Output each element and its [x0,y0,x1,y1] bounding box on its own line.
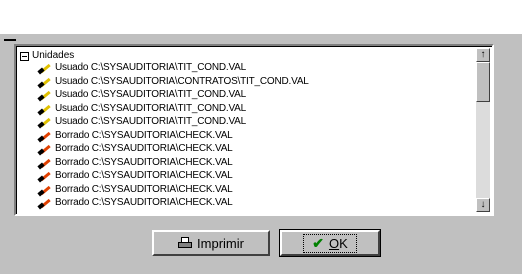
print-button-label: Imprimir [197,235,244,251]
tree-item[interactable]: Usuado C:\SYSAUDITORIA\CONTRATOS\TIT_CON… [37,75,309,88]
pencil-icon [37,103,52,115]
tree-item-label: Borrado C:\SYSAUDITORIA\CHECK.VAL [55,170,233,181]
scroll-up-button[interactable]: ↑ [476,48,490,62]
tree-item-label: Borrado C:\SYSAUDITORIA\CHECK.VAL [55,197,233,208]
tree-item-label: Usuado C:\SYSAUDITORIA\TIT_COND.VAL [55,102,247,114]
arrow-up-icon: ↑ [480,49,486,60]
tree-item[interactable]: Usuado C:\SYSAUDITORIA\TIT_COND.VAL [37,62,247,75]
scroll-down-button[interactable]: ↓ [476,198,490,212]
pencil-icon [37,197,52,210]
printer-icon [178,237,193,249]
tree-item[interactable]: Borrado C:\SYSAUDITORIA\CHECK.VAL [37,170,233,183]
scroll-thumb[interactable] [476,62,490,102]
tree-item-label: Borrado C:\SYSAUDITORIA\CHECK.VAL [55,143,233,154]
tree-item[interactable]: Borrado C:\SYSAUDITORIA\CHECK.VAL [37,129,233,142]
tree-item[interactable]: Borrado C:\SYSAUDITORIA\CHECK.VAL [37,197,233,210]
pencil-icon [37,170,52,183]
ok-button[interactable]: ✔ OK [279,229,381,257]
tree-item[interactable]: Usuado C:\SYSAUDITORIA\TIT_COND.VAL [37,116,247,129]
checkmark-icon: ✔ [312,234,324,251]
pencil-icon [37,143,52,156]
pencil-icon [37,89,52,102]
tree-item[interactable]: Usuado C:\SYSAUDITORIA\TIT_COND.VAL [37,89,247,102]
tree-item-label: Usuado C:\SYSAUDITORIA\TIT_COND.VAL [55,62,247,73]
tree-item-label: Borrado C:\SYSAUDITORIA\CHECK.VAL [55,129,233,141]
print-button[interactable]: Imprimir [152,230,270,256]
tree-item-label: Borrado C:\SYSAUDITORIA\CHECK.VAL [55,183,233,195]
pencil-icon [37,76,52,88]
pencil-icon [37,130,52,142]
system-menu-icon[interactable] [4,36,16,44]
arrow-down-icon: ↓ [480,199,486,210]
pencil-icon [37,116,52,129]
dialog-window: Unidades Usuado C:\SYSAUDITORIA\TIT_COND… [0,34,522,274]
tree-item-label: Usuado C:\SYSAUDITORIA\TIT_COND.VAL [55,89,247,100]
pencil-icon [37,62,52,75]
ok-button-label: OK [328,235,348,251]
tree-item-label: Borrado C:\SYSAUDITORIA\CHECK.VAL [55,156,233,168]
tree-item[interactable]: Usuado C:\SYSAUDITORIA\TIT_COND.VAL [37,102,247,115]
collapse-icon[interactable] [20,51,29,61]
pencil-icon [37,184,52,196]
tree-item[interactable]: Borrado C:\SYSAUDITORIA\CHECK.VAL [37,183,233,196]
pencil-icon [37,157,52,169]
tree-item[interactable]: Borrado C:\SYSAUDITORIA\CHECK.VAL [37,156,233,169]
tree-root[interactable]: Unidades [20,50,74,62]
tree-content: Unidades Usuado C:\SYSAUDITORIA\TIT_COND… [18,48,476,212]
tree-item[interactable]: Borrado C:\SYSAUDITORIA\CHECK.VAL [37,143,233,156]
vertical-scrollbar[interactable]: ↑ ↓ [476,48,490,212]
ok-focus-rect: ✔ OK [303,233,357,253]
window-title-area [0,0,522,34]
tree-list[interactable]: Unidades Usuado C:\SYSAUDITORIA\TIT_COND… [14,44,494,216]
tree-item-label: Usuado C:\SYSAUDITORIA\CONTRATOS\TIT_CON… [55,75,309,87]
tree-root-label: Unidades [32,50,75,61]
tree-item-label: Usuado C:\SYSAUDITORIA\TIT_COND.VAL [55,116,247,127]
